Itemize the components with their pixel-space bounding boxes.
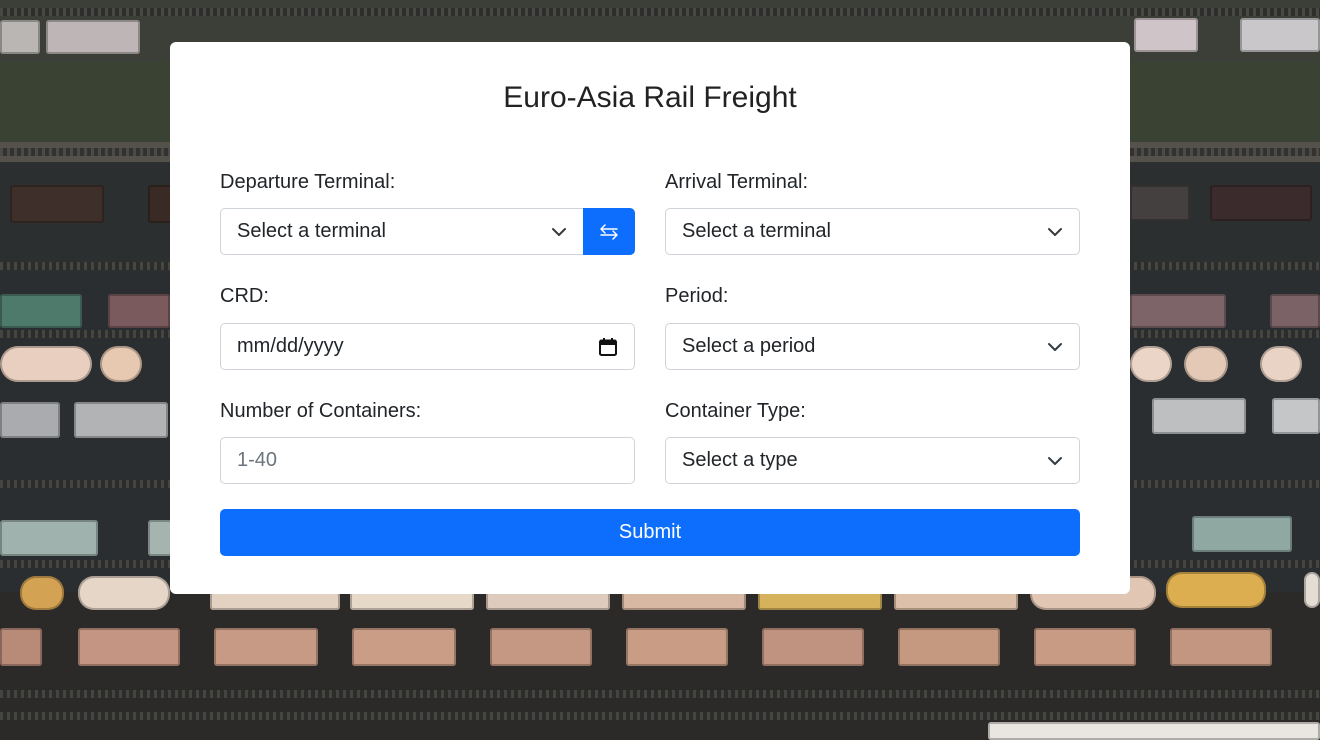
bg-tank xyxy=(210,592,340,610)
crd-date-value: mm/dd/yyyy xyxy=(237,335,344,357)
bg-tank xyxy=(894,592,1018,610)
bg-track xyxy=(0,8,1320,16)
bg-wagon xyxy=(1270,294,1320,328)
bg-tank xyxy=(622,592,746,610)
container-type-select[interactable]: Select a type xyxy=(665,437,1080,484)
crd-label: CRD: xyxy=(220,285,269,307)
arrival-terminal-label: Arrival Terminal: xyxy=(665,171,808,193)
bg-tank xyxy=(100,346,142,382)
container-type-value: Select a type xyxy=(682,449,798,471)
bg-wagon xyxy=(10,185,104,223)
bg-wagon xyxy=(1130,294,1226,328)
bg-wagon xyxy=(1240,18,1320,52)
bg-wagon xyxy=(46,20,140,54)
container-type-label: Container Type: xyxy=(665,400,806,422)
bg-wagon xyxy=(74,402,168,438)
bg-wagon xyxy=(148,520,172,556)
calendar-icon[interactable] xyxy=(598,337,618,357)
period-label: Period: xyxy=(665,285,729,307)
bg-hopper xyxy=(1170,628,1272,666)
swap-terminals-button[interactable] xyxy=(583,208,635,255)
bg-tank xyxy=(78,576,170,610)
period-value: Select a period xyxy=(682,335,816,357)
containers-count-label: Number of Containers: xyxy=(220,400,422,422)
chevron-down-icon xyxy=(1048,456,1062,465)
bg-wagon xyxy=(0,20,40,54)
bg-wagon xyxy=(1192,516,1292,552)
bg-wagon xyxy=(0,520,98,556)
bg-hopper xyxy=(214,628,318,666)
bg-hopper xyxy=(0,628,42,666)
bg-tank xyxy=(20,576,64,610)
bg-hopper xyxy=(626,628,728,666)
bg-tank xyxy=(1304,572,1320,608)
bg-tank xyxy=(1166,572,1266,608)
bg-platform xyxy=(988,722,1320,740)
bg-hopper xyxy=(898,628,1000,666)
departure-terminal-label: Departure Terminal: xyxy=(220,171,396,193)
bg-hopper xyxy=(490,628,592,666)
bg-wagon xyxy=(1130,185,1190,221)
bg-wagon xyxy=(1272,398,1320,434)
departure-terminal-select[interactable]: Select a terminal xyxy=(220,208,584,255)
bg-wagon xyxy=(108,294,170,328)
bg-wagon xyxy=(0,294,82,328)
chevron-down-icon xyxy=(552,227,566,236)
bg-hopper xyxy=(352,628,456,666)
arrival-terminal-select[interactable]: Select a terminal xyxy=(665,208,1080,255)
bg-tank xyxy=(1260,346,1302,382)
bg-tank xyxy=(0,346,92,382)
bg-tank xyxy=(486,592,610,610)
bg-wagon xyxy=(0,402,60,438)
bg-tank xyxy=(1130,346,1172,382)
bg-wagon xyxy=(1134,18,1198,52)
containers-count-placeholder: 1-40 xyxy=(237,449,278,471)
bg-wagon xyxy=(1152,398,1246,434)
bg-hopper xyxy=(762,628,864,666)
period-select[interactable]: Select a period xyxy=(665,323,1080,370)
submit-button[interactable]: Submit xyxy=(220,509,1080,556)
bg-tank xyxy=(1184,346,1228,382)
bg-hopper xyxy=(1034,628,1136,666)
bg-track xyxy=(0,712,1320,720)
bg-hopper xyxy=(78,628,180,666)
swap-arrows-icon xyxy=(600,223,618,240)
arrival-terminal-value: Select a terminal xyxy=(682,220,831,242)
bg-tank xyxy=(758,592,882,610)
page-title: Euro-Asia Rail Freight xyxy=(503,81,797,114)
crd-date-input[interactable]: mm/dd/yyyy xyxy=(220,323,635,370)
bg-wagon xyxy=(148,185,172,223)
bg-wagon xyxy=(1210,185,1312,221)
chevron-down-icon xyxy=(1048,227,1062,236)
chevron-down-icon xyxy=(1048,342,1062,351)
bg-tank xyxy=(350,592,474,610)
containers-count-input[interactable]: 1-40 xyxy=(220,437,635,484)
bg-track xyxy=(0,690,1320,698)
freight-form-card: Euro-Asia Rail Freight Departure Termina… xyxy=(170,42,1130,594)
departure-terminal-value: Select a terminal xyxy=(237,220,386,242)
